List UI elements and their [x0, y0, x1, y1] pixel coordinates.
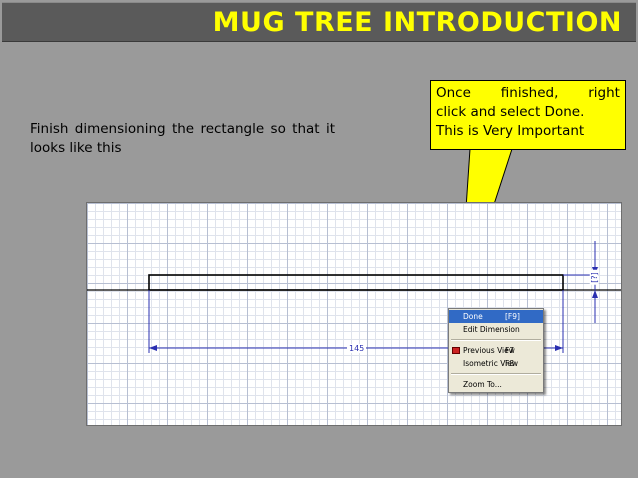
arrow-bottom	[592, 290, 598, 298]
callout-line-1: Once finished, right	[436, 85, 620, 101]
menu-item-previous-view[interactable]: Previous View F7	[449, 344, 543, 357]
dimension-value-right[interactable]: [?]	[589, 270, 599, 285]
callout-line-3: This is Very Important	[436, 123, 585, 139]
callout-box: Once finished, right click and select Do…	[430, 80, 626, 150]
menu-item-edit-dimension[interactable]: Edit Dimension	[449, 323, 543, 336]
callout-line-2: click and select Done.	[436, 104, 585, 120]
dimension-value-bottom[interactable]: 145	[347, 344, 367, 353]
sketch-rectangle	[148, 274, 564, 291]
menu-item-done[interactable]: Done [F9]	[449, 310, 543, 323]
page-title: MUG TREE INTRODUCTION	[212, 7, 622, 38]
arrow-right	[555, 345, 563, 351]
previous-view-icon	[452, 347, 460, 354]
menu-separator	[451, 339, 541, 341]
menu-item-zoom-to[interactable]: Zoom To...	[449, 378, 543, 391]
context-menu: Done [F9] Edit Dimension Previous View F…	[448, 308, 544, 393]
arrow-left	[149, 345, 157, 351]
instruction-text: Finish dimensioning the rectangle so tha…	[30, 121, 335, 156]
title-bar: MUG TREE INTRODUCTION	[2, 2, 636, 42]
menu-separator	[451, 373, 541, 375]
menu-item-isometric-view[interactable]: Isometric View F8	[449, 357, 543, 370]
